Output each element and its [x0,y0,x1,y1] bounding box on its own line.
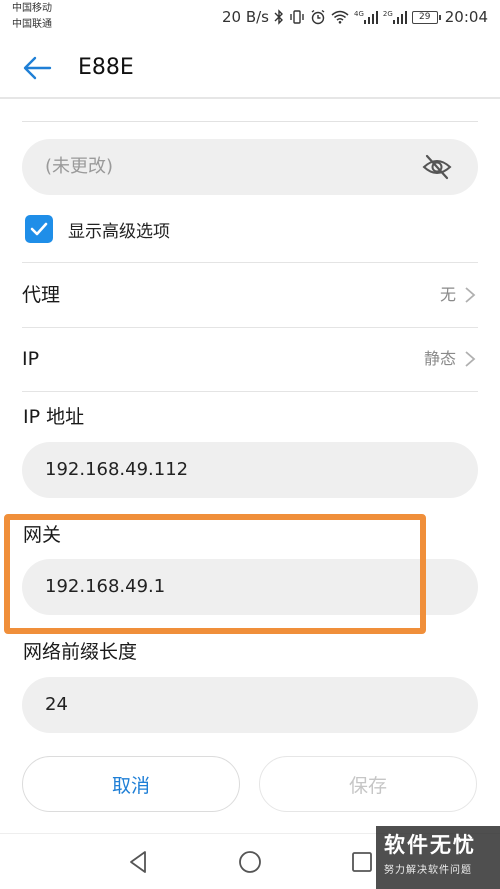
checkmark-icon [30,222,48,236]
prefix-length-label: 网络前缀长度 [23,641,138,663]
signal-4g-label: 4G [353,10,364,18]
advanced-options-checkbox[interactable] [25,215,53,243]
chevron-right-icon [465,287,476,303]
alarm-icon [311,9,325,25]
back-button[interactable] [20,50,56,86]
signal-4g: 4G [354,10,378,24]
ip-settings-label: IP [22,348,40,370]
ip-settings-row[interactable]: IP 静态 [22,327,478,391]
signal-icon [392,11,407,24]
clock: 20:04 [444,8,488,26]
carrier-secondary: 中国联通 [12,19,52,30]
nav-recents-button[interactable] [348,848,376,876]
eye-off-icon [422,154,452,180]
ip-address-value: 192.168.49.112 [45,459,189,480]
page-title: E88E [78,55,134,80]
status-bar: 中国移动 中国联通 20 B/s 4G 2G 29 20:04 [0,0,500,36]
wifi-icon [331,10,349,24]
status-icons: 20 B/s 4G 2G 29 20:04 [222,6,488,28]
password-field[interactable]: (未更改) [22,139,478,195]
ip-settings-value: 静态 [423,349,456,368]
divider [22,391,478,392]
app-bar: E88E [0,36,500,98]
square-recents-icon [352,852,372,872]
prefix-length-value: 24 [45,694,68,715]
signal-icon [363,11,378,24]
proxy-row[interactable]: 代理 无 [22,263,478,327]
gateway-highlight-annotation [4,514,426,634]
arrow-left-icon [23,56,52,80]
watermark-title: 软件无忧 [384,833,476,857]
show-advanced-options[interactable]: 显示高级选项 [22,212,170,246]
watermark: 软件无忧 努力解决软件问题 [376,826,500,889]
carrier-primary: 中国移动 [12,3,52,14]
cancel-button[interactable]: 取消 [22,756,240,812]
signal-2g-label: 2G [382,10,393,18]
ip-address-input[interactable]: 192.168.49.112 [22,442,478,498]
network-speed: 20 B/s [221,8,269,26]
advanced-options-label: 显示高级选项 [68,221,170,242]
triangle-back-icon [130,851,146,873]
ip-address-label: IP 地址 [23,406,85,428]
signal-2g: 2G [383,10,407,24]
circle-home-icon [239,851,261,873]
chevron-right-icon [465,351,476,367]
nav-home-button[interactable] [236,848,264,876]
app-bar-divider [0,97,500,99]
bluetooth-icon [274,9,283,25]
prefix-length-input[interactable]: 24 [22,677,478,733]
battery-icon: 29 [411,10,441,24]
divider [22,121,478,122]
proxy-value: 无 [439,285,456,304]
vibrate-icon [290,10,304,24]
toggle-password-visibility-button[interactable] [422,153,452,181]
watermark-subtitle: 努力解决软件问题 [384,865,472,876]
save-button[interactable]: 保存 [259,756,477,812]
proxy-label: 代理 [22,284,61,306]
password-placeholder: (未更改) [45,156,114,177]
nav-back-button[interactable] [125,848,153,876]
